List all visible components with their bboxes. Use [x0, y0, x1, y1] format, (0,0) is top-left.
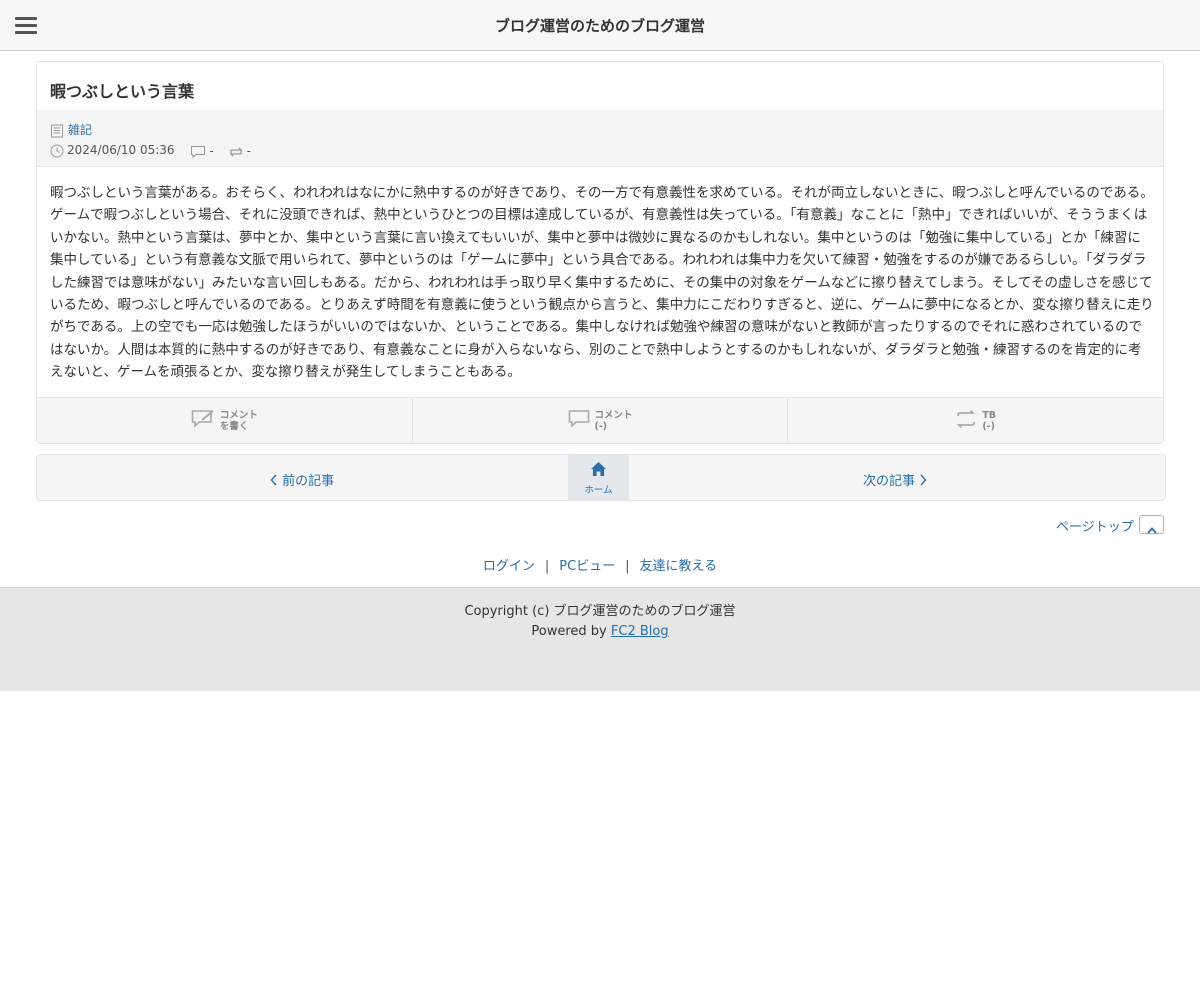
- link-separator: |: [625, 559, 630, 574]
- next-entry-link[interactable]: 次の記事: [863, 470, 927, 489]
- entry-card: 暇つぶしという言葉 雑記 2024/06/10 05:36 - - 暇つぶしとい…: [36, 61, 1164, 444]
- comments-label-1: コメント: [594, 409, 633, 421]
- entry-title: 暇つぶしという言葉: [50, 82, 195, 101]
- tell-friend-link[interactable]: 友達に教える: [640, 559, 718, 574]
- pagetop-link[interactable]: ページトップ: [1056, 516, 1134, 535]
- comments-label-2: (-): [594, 420, 608, 432]
- powered-by: Powered by FC2 Blog: [0, 624, 1200, 639]
- site-title[interactable]: ブログ運営のためのブログ運営: [0, 15, 1200, 36]
- copyright-text: Copyright (c) ブログ運営のためのブログ運営: [464, 604, 736, 619]
- trackback-button[interactable]: TB (-): [787, 398, 1163, 443]
- powered-by-label: Powered by: [531, 624, 611, 639]
- clock-icon: [50, 144, 64, 161]
- comments-icon: [568, 409, 590, 433]
- comments-button[interactable]: コメント (-): [411, 398, 788, 443]
- chevron-right-icon: [919, 474, 927, 489]
- write-comment-button[interactable]: コメント を書く: [37, 398, 412, 443]
- chevron-up-icon: [1147, 520, 1157, 539]
- link-separator: |: [544, 559, 550, 574]
- pagetop-button[interactable]: [1139, 515, 1164, 534]
- chevron-left-icon: [270, 474, 282, 489]
- category-link[interactable]: 雑記: [68, 123, 92, 137]
- write-comment-label-2: を書く: [219, 420, 249, 432]
- prev-entry-label: 前の記事: [282, 474, 335, 489]
- entry-meta: 雑記 2024/06/10 05:36 - -: [37, 110, 1163, 167]
- fc2-blog-link[interactable]: FC2 Blog: [611, 624, 669, 639]
- trackback-count[interactable]: -: [247, 144, 251, 158]
- prev-entry-link[interactable]: 前の記事: [270, 470, 334, 489]
- category-icon: [50, 124, 64, 141]
- home-button[interactable]: ホーム: [568, 455, 629, 500]
- entry-datetime: 2024/06/10 05:36: [67, 143, 175, 157]
- trackback-icon: [228, 145, 244, 162]
- entry-actions: コメント を書く コメント (-) TB (-): [37, 397, 1163, 443]
- trackback-label-1: TB: [982, 409, 997, 421]
- write-comment-icon: [191, 409, 215, 433]
- site-header: ブログ運営のためのブログ運営: [0, 0, 1200, 51]
- entry-pager: 前の記事 ホーム 次の記事: [36, 454, 1166, 501]
- login-link[interactable]: ログイン: [483, 559, 535, 574]
- entry-body: 暇つぶしという言葉がある。おそらく、われわれはなにかに熱中するのが好きであり、そ…: [50, 185, 1154, 381]
- write-comment-label-1: コメント: [219, 409, 258, 421]
- trackback-label-2: (-): [982, 420, 995, 432]
- pc-view-link[interactable]: PCビュー: [559, 559, 615, 574]
- comment-icon: [190, 145, 206, 162]
- next-entry-label: 次の記事: [863, 474, 916, 489]
- trackback-action-icon: [955, 409, 977, 433]
- home-label: ホーム: [584, 485, 613, 496]
- comment-count[interactable]: -: [209, 144, 213, 158]
- site-footer: Copyright (c) ブログ運営のためのブログ運営 Powered by …: [0, 587, 1200, 691]
- bottom-links: ログイン | PCビュー | 友達に教える: [0, 555, 1200, 574]
- home-icon: [590, 461, 607, 481]
